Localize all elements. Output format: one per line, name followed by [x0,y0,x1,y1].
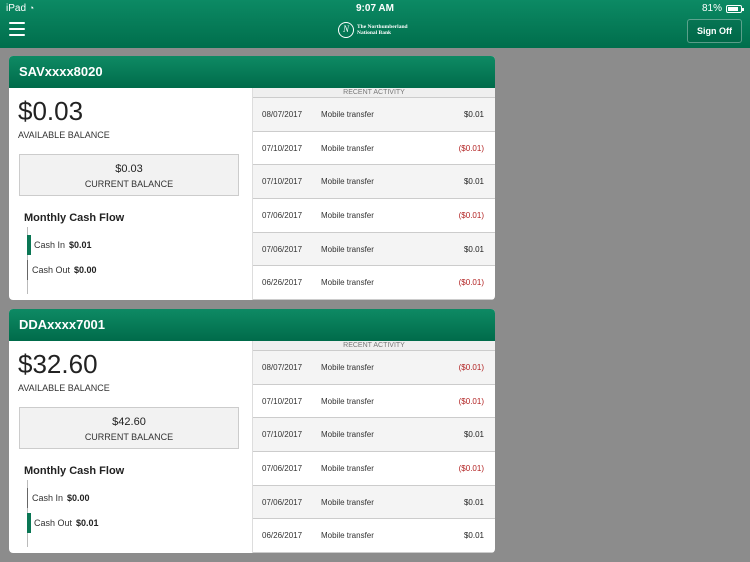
transaction-description: Mobile transfer [321,396,374,406]
transaction-date: 07/10/2017 [262,396,303,406]
transaction-amount: $0.01 [463,244,484,254]
recent-activity-header: RECENT ACTIVITY [253,341,495,351]
account-name[interactable]: SAVxxxx8020 [9,56,495,88]
bank-seal-icon: N [338,22,354,38]
transaction-row[interactable]: 06/26/2017 Mobile transfer $0.01 [253,519,495,553]
cash-in-bar [27,488,30,508]
transaction-description: Mobile transfer [321,278,374,288]
current-balance: $0.03 [115,163,143,175]
account-card[interactable]: SAVxxxx8020 $0.03 AVAILABLE BALANCE $0.0… [9,56,495,300]
cash-in-value: $0.01 [69,240,92,250]
transaction-date: 07/06/2017 [262,497,303,507]
transaction-date: 07/10/2017 [262,143,303,153]
cash-out-label: Cash Out [32,265,71,275]
bank-name-line2: National Bank [357,30,392,36]
transaction-amount: ($0.01) [458,278,484,288]
transaction-description: Mobile transfer [321,497,374,507]
transaction-description: Mobile transfer [321,531,374,541]
current-balance-label: CURRENT BALANCE [84,432,174,442]
app-header: iPad ◔ 9:07 AM 81% N The Northumberland … [0,0,750,48]
status-battery: 81% [701,3,744,14]
cash-out-value: $0.01 [76,518,99,528]
transaction-row[interactable]: 07/06/2017 Mobile transfer ($0.01) [253,452,495,486]
cash-flow-title: Monthly Cash Flow [24,465,125,477]
transaction-amount: ($0.01) [458,362,484,372]
bank-logo: N The Northumberland National Bank [338,22,408,38]
transaction-amount: $0.01 [463,430,484,440]
transaction-date: 07/06/2017 [262,463,303,473]
transaction-date: 06/26/2017 [262,531,303,541]
transaction-amount: ($0.01) [458,210,484,220]
cash-out-label: Cash Out [34,518,73,528]
sign-off-button[interactable]: Sign Off [687,19,742,43]
cash-out-bar [27,260,30,280]
cash-in-label: Cash In [32,493,64,503]
cash-out-value: $0.00 [74,265,97,275]
transaction-amount: ($0.01) [458,396,484,406]
current-balance-label: CURRENT BALANCE [84,179,174,189]
transaction-description: Mobile transfer [321,109,374,119]
transaction-description: Mobile transfer [321,463,374,473]
transaction-description: Mobile transfer [321,244,374,254]
battery-icon [726,4,744,13]
transaction-amount: $0.01 [463,109,484,119]
transaction-amount: $0.01 [463,497,484,507]
battery-percent: 81% [701,3,722,14]
transaction-row[interactable]: 07/10/2017 Mobile transfer $0.01 [253,165,495,200]
cash-out-row: Cash Out $0.00 [27,260,97,280]
transaction-date: 07/06/2017 [262,244,303,254]
transaction-row[interactable]: 07/06/2017 Mobile transfer $0.01 [253,485,495,520]
transaction-description: Mobile transfer [321,143,374,153]
transaction-description: Mobile transfer [321,177,374,187]
status-time: 9:07 AM [356,3,394,14]
account-summary: $32.60 AVAILABLE BALANCE $42.60 CURRENT … [9,341,252,553]
transaction-row[interactable]: 08/07/2017 Mobile transfer ($0.01) [253,351,495,385]
status-bar: iPad ◔ 9:07 AM 81% [0,0,750,16]
available-balance: $0.03 [18,96,84,126]
recent-activity-list: RECENT ACTIVITY 08/07/2017 Mobile transfe… [252,341,495,553]
current-balance-box: $0.03 CURRENT BALANCE [19,154,239,196]
recent-activity-list: RECENT ACTIVITY 08/07/2017 Mobile transfe… [252,88,495,300]
transaction-row[interactable]: 07/10/2017 Mobile transfer ($0.01) [253,132,495,166]
transaction-amount: $0.01 [463,531,484,541]
cash-in-value: $0.00 [67,493,90,503]
account-summary: $0.03 AVAILABLE BALANCE $0.03 CURRENT BA… [9,88,252,300]
transaction-date: 06/26/2017 [262,278,303,288]
transaction-amount: $0.01 [463,177,484,187]
transaction-date: 07/10/2017 [262,430,303,440]
transaction-row[interactable]: 07/06/2017 Mobile transfer ($0.01) [253,199,495,233]
transaction-row[interactable]: 08/07/2017 Mobile transfer $0.01 [253,98,495,132]
transaction-row[interactable]: 07/06/2017 Mobile transfer $0.01 [253,232,495,267]
cash-out-row: Cash Out $0.01 [27,513,99,533]
current-balance-box: $42.60 CURRENT BALANCE [19,407,239,449]
available-balance-label: AVAILABLE BALANCE [18,130,110,140]
transaction-date: 08/07/2017 [262,362,303,372]
cash-in-label: Cash In [34,240,66,250]
transaction-description: Mobile transfer [321,430,374,440]
hamburger-menu-icon[interactable] [9,22,25,36]
bank-name: The Northumberland National Bank [357,24,408,36]
transaction-description: Mobile transfer [321,362,374,372]
account-name[interactable]: DDAxxxx7001 [9,309,495,341]
cash-flow-title: Monthly Cash Flow [24,212,125,224]
current-balance: $42.60 [112,416,146,428]
transaction-date: 08/07/2017 [262,109,303,119]
transaction-date: 07/06/2017 [262,210,303,220]
cash-out-bar [27,513,31,533]
transaction-description: Mobile transfer [321,210,374,220]
transaction-row[interactable]: 06/26/2017 Mobile transfer ($0.01) [253,266,495,300]
transaction-amount: ($0.01) [458,143,484,153]
transaction-row[interactable]: 07/10/2017 Mobile transfer ($0.01) [253,385,495,419]
transaction-row[interactable]: 07/10/2017 Mobile transfer $0.01 [253,418,495,453]
available-balance: $32.60 [18,349,98,379]
available-balance-label: AVAILABLE BALANCE [18,383,110,393]
transaction-date: 07/10/2017 [262,177,303,187]
cash-in-bar [27,235,31,255]
account-card[interactable]: DDAxxxx7001 $32.60 AVAILABLE BALANCE $42… [9,309,495,553]
recent-activity-header: RECENT ACTIVITY [253,88,495,98]
cash-in-row: Cash In $0.01 [27,235,92,255]
transaction-amount: ($0.01) [458,463,484,473]
cash-in-row: Cash In $0.00 [27,488,90,508]
